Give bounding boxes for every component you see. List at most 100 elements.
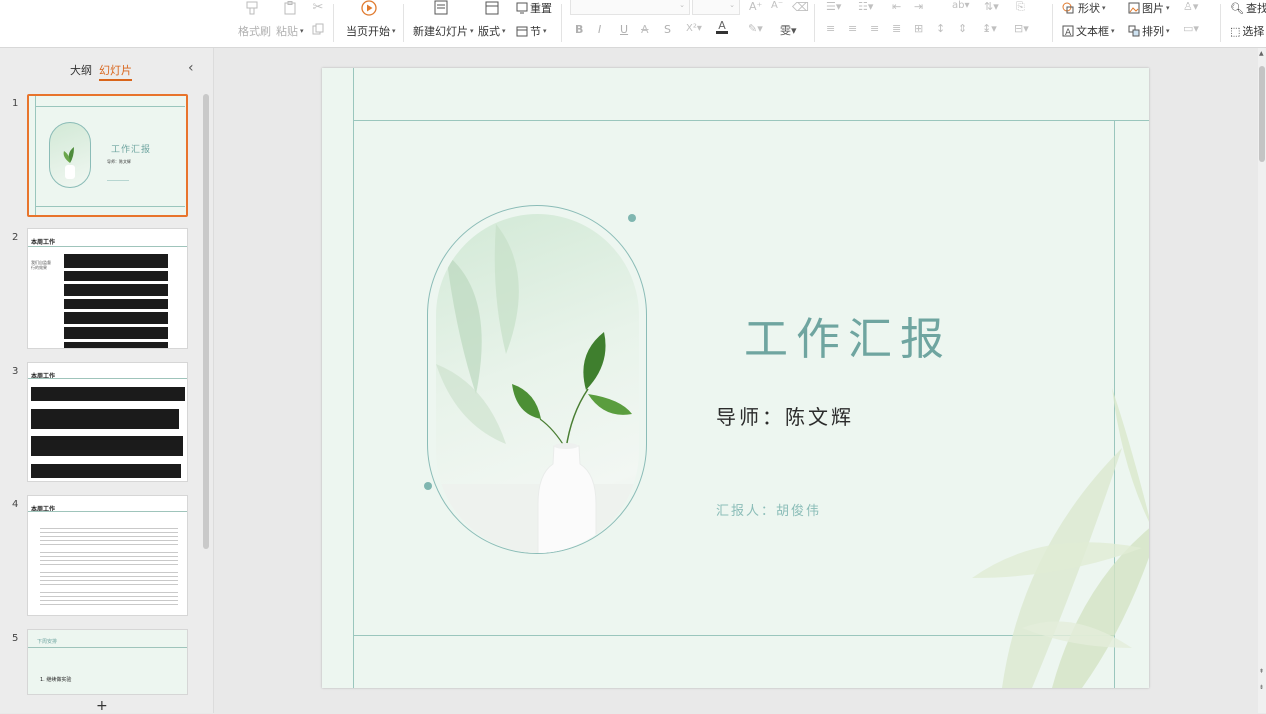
- paragraph-spacing-icon[interactable]: ⇕: [958, 22, 967, 35]
- reset-button[interactable]: 重置: [516, 0, 552, 16]
- font-color-icon[interactable]: A: [716, 20, 728, 34]
- panel-scrollbar[interactable]: [203, 94, 209, 549]
- ribbon-separator: [1220, 4, 1221, 42]
- align-right-icon[interactable]: ≡: [870, 22, 879, 35]
- slide-advisor[interactable]: 导师：陈文辉: [716, 401, 854, 430]
- select-button[interactable]: ⬚ 选择: [1230, 23, 1264, 39]
- border-icon[interactable]: ▭▾: [1183, 22, 1199, 35]
- add-slide-icon[interactable]: +: [96, 698, 108, 714]
- reset-label: 重置: [530, 2, 552, 15]
- convert-icon[interactable]: ⎘: [1016, 0, 1025, 14]
- align-left-icon[interactable]: ≡: [826, 22, 835, 35]
- play-icon[interactable]: [360, 0, 378, 16]
- frame-line-left: [353, 68, 354, 688]
- copy-icon[interactable]: [311, 22, 325, 36]
- ribbon-separator: [333, 4, 334, 42]
- increase-indent-icon[interactable]: ⇥: [914, 0, 923, 13]
- phonetic-icon[interactable]: 雯▾: [780, 22, 797, 38]
- slide-thumbnail-3[interactable]: 本周工作: [27, 362, 188, 482]
- slide-reporter[interactable]: 汇报人：胡俊伟: [716, 500, 821, 519]
- ribbon-separator: [1052, 4, 1053, 42]
- tab-outline[interactable]: 大纲: [70, 62, 92, 78]
- thumb-code-block: [64, 284, 168, 296]
- slide-thumbnail-2[interactable]: 本周工作 我们自监督行的效果: [27, 228, 188, 349]
- thumb-divider: [28, 647, 187, 648]
- strikethrough-icon[interactable]: A: [641, 23, 649, 36]
- sort-icon[interactable]: ⇅▾: [984, 0, 999, 13]
- decrease-indent-icon[interactable]: ⇤: [892, 0, 901, 13]
- align-center-icon[interactable]: ≡: [848, 22, 857, 35]
- highlight-icon[interactable]: ✎▾: [748, 22, 763, 35]
- thumb-table-sep: [40, 568, 178, 571]
- scrollbar-thumb[interactable]: [1259, 66, 1265, 162]
- font-size-select[interactable]: ⌄: [692, 0, 740, 15]
- collapse-panel-icon[interactable]: ‹: [188, 60, 194, 76]
- clear-format-icon[interactable]: ⌫: [792, 0, 809, 14]
- new-slide-label: 新建幻灯片: [413, 25, 468, 38]
- leaf-icon: [63, 147, 75, 179]
- new-slide-button[interactable]: 新建幻灯片 ▾: [413, 23, 474, 39]
- layout-icon[interactable]: [484, 0, 500, 16]
- picture-icon: [1128, 2, 1140, 14]
- numbered-list-icon[interactable]: ☷▾: [858, 0, 873, 13]
- bullet-list-icon[interactable]: ☰▾: [826, 0, 841, 13]
- italic-button[interactable]: I: [598, 23, 601, 36]
- scroll-up-icon[interactable]: ▲: [1259, 50, 1264, 57]
- next-slide-icon[interactable]: ⇟: [1259, 684, 1264, 691]
- textbox-button[interactable]: A 文本框 ▾: [1062, 23, 1115, 39]
- picture-button[interactable]: 图片 ▾: [1128, 0, 1170, 16]
- thumb-divider: [28, 378, 187, 379]
- new-slide-icon[interactable]: [432, 0, 450, 16]
- font-family-select[interactable]: ⌄: [570, 0, 690, 15]
- stamp-icon[interactable]: ♙▾: [1183, 0, 1198, 13]
- current-slide[interactable]: 工作汇报 导师：陈文辉 汇报人：胡俊伟: [322, 68, 1149, 688]
- thumb-table-sep: [40, 548, 178, 551]
- reset-icon: [516, 2, 528, 14]
- search-icon: 🔍︎: [1230, 1, 1244, 15]
- arrange-label: 排列: [1142, 25, 1164, 38]
- play-from-current-button[interactable]: 当页开始 ▾: [346, 23, 396, 39]
- prev-slide-icon[interactable]: ⇞: [1259, 668, 1264, 675]
- find-button[interactable]: 🔍︎ 查找: [1230, 0, 1266, 16]
- thumb-arch: [49, 122, 91, 188]
- select-icon: ⬚: [1230, 24, 1241, 38]
- slide-thumbnail-1[interactable]: 工作汇报 导师：陈文辉: [27, 94, 188, 217]
- columns-icon[interactable]: ⊟▾: [1014, 22, 1029, 35]
- textbox-label: 文本框: [1076, 25, 1109, 38]
- format-painter-button[interactable]: 格式刷: [238, 23, 271, 39]
- distribute-icon[interactable]: ⊞: [914, 22, 923, 35]
- slide-title[interactable]: 工作汇报: [744, 303, 952, 367]
- decrease-font-icon[interactable]: A⁻: [771, 0, 783, 11]
- section-label: 节: [530, 25, 541, 38]
- thumb-caption: 我们自监督行的效果: [31, 260, 51, 270]
- play-from-current-label: 当页开始: [346, 25, 390, 38]
- vertical-scrollbar[interactable]: ▲ ⇞ ⇟: [1258, 48, 1266, 713]
- section-button[interactable]: 节 ▾: [516, 23, 547, 39]
- cut-icon[interactable]: ✂: [311, 0, 325, 15]
- slide-thumbnail-4[interactable]: 本周工作: [27, 495, 188, 616]
- thumb-title: 工作汇报: [111, 145, 152, 155]
- paste-button[interactable]: 粘贴 ▾: [276, 23, 304, 39]
- shadow-text-button[interactable]: S: [664, 23, 671, 36]
- superscript-icon[interactable]: X²▾: [686, 23, 702, 34]
- shape-button[interactable]: 形状 ▾: [1062, 0, 1106, 16]
- justify-icon[interactable]: ≣: [892, 22, 901, 35]
- find-label: 查找: [1245, 2, 1266, 15]
- line-height-icon[interactable]: ↨▾: [982, 22, 997, 35]
- line-spacing-icon[interactable]: ↕: [936, 22, 945, 35]
- slide-number: 3: [12, 366, 19, 377]
- increase-font-icon[interactable]: A⁺: [749, 0, 762, 13]
- underline-button[interactable]: U: [620, 23, 628, 36]
- paste-icon[interactable]: [282, 0, 298, 16]
- tab-slides[interactable]: 幻灯片: [99, 62, 132, 81]
- chevron-down-icon: ⌄: [729, 1, 735, 9]
- bold-button[interactable]: B: [575, 23, 583, 36]
- plant-illustration: [436, 224, 639, 553]
- layout-button[interactable]: 版式 ▾: [478, 23, 506, 39]
- background-leaves-image: [972, 388, 1149, 688]
- text-direction-icon[interactable]: ab▾: [952, 0, 970, 11]
- slide-thumbnail-5[interactable]: 下周安排 1. 继续做实验: [27, 629, 188, 695]
- arrange-button[interactable]: 排列 ▾: [1128, 23, 1170, 39]
- format-painter-icon[interactable]: [244, 0, 260, 16]
- slide-number: 1: [12, 98, 19, 109]
